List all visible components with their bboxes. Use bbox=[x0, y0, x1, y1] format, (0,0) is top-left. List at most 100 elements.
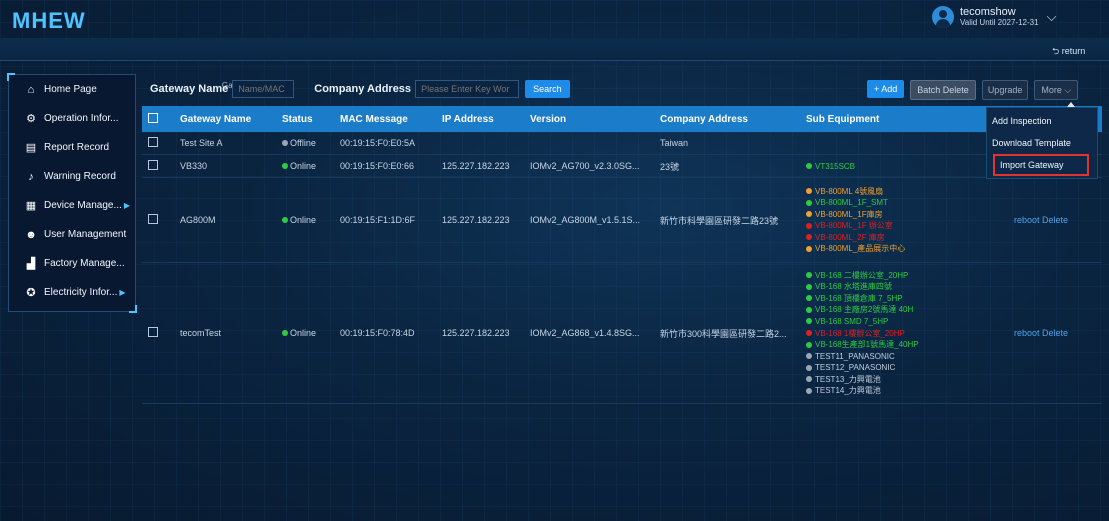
gateway-name-input[interactable] bbox=[232, 80, 295, 98]
row-checkbox-cell[interactable] bbox=[142, 327, 170, 339]
add-button[interactable]: + Add bbox=[867, 80, 905, 98]
table-row[interactable]: AG800M Online 00:19:15:F1:1D:6F 125.227.… bbox=[142, 178, 1102, 263]
status-dot bbox=[282, 140, 288, 146]
gateway-name-cell: AG800M bbox=[180, 215, 216, 225]
sub-equipment-item: VB-800ML_1F 辦公室 bbox=[806, 220, 1002, 232]
search-button[interactable]: Search bbox=[525, 80, 570, 98]
sub-status-dot bbox=[806, 376, 812, 383]
more-button[interactable]: More ⌵ bbox=[1034, 80, 1079, 100]
menu-item-add-inspection[interactable]: Add Inspection bbox=[987, 110, 1097, 132]
bolt-icon: ✪ bbox=[26, 287, 36, 299]
return-icon: ⮌ bbox=[1052, 46, 1060, 56]
sidebar-item-operation[interactable]: ⚙ Operation Infor... bbox=[9, 104, 135, 133]
factory-icon: ▟ bbox=[26, 258, 36, 270]
header-mac: MAC Message bbox=[340, 113, 408, 125]
sub-status-dot bbox=[806, 341, 812, 348]
tab-strip: Gateway List bbox=[0, 38, 1109, 90]
menu-item-download-template[interactable]: Download Template bbox=[987, 132, 1097, 154]
sub-status-dot bbox=[806, 222, 812, 229]
select-all-checkbox[interactable] bbox=[148, 112, 158, 123]
sub-equipment-name: VB-800ML_產品展示中心 bbox=[815, 244, 906, 254]
header-status: Status bbox=[282, 113, 313, 125]
header-ip: IP Address bbox=[442, 113, 494, 125]
sidebar-item-home[interactable]: ⌂ Home Page bbox=[9, 75, 135, 104]
ip-cell: 125.227.182.223 bbox=[442, 161, 510, 171]
menu-item-import-gateway[interactable]: Import Gateway bbox=[993, 154, 1089, 176]
row-checkbox[interactable] bbox=[148, 160, 158, 170]
sub-equipment-name: VT315SCB bbox=[815, 161, 856, 171]
table-header: Gateway Name Status MAC Message IP Addre… bbox=[142, 106, 1102, 132]
select-all-checkbox-cell[interactable] bbox=[142, 112, 170, 126]
row-checkbox[interactable] bbox=[148, 214, 158, 224]
actions-cell[interactable]: reboot Delete bbox=[1002, 215, 1109, 225]
row-checkbox-cell[interactable] bbox=[142, 214, 170, 226]
sub-status-dot bbox=[806, 306, 812, 313]
batch-delete-button[interactable]: Batch Delete bbox=[910, 80, 976, 100]
users-icon: ☻ bbox=[25, 228, 37, 241]
avatar-icon bbox=[932, 6, 954, 28]
submenu-arrow-icon: ▶ bbox=[119, 288, 126, 297]
sub-equipment-item: VB-800ML 4號風扇 bbox=[806, 185, 1002, 197]
sub-status-dot bbox=[806, 318, 812, 325]
mac-cell: 00:19:15:F1:1D:6F bbox=[340, 215, 416, 225]
sidebar-item-device[interactable]: ▦ Device Manage... ▶ bbox=[9, 191, 135, 220]
user-menu[interactable]: tecomshow Valid Until 2027-12-31 ⌵ bbox=[932, 6, 1056, 28]
row-checkbox-cell[interactable] bbox=[142, 160, 170, 172]
table-row[interactable]: Test Site A Offline 00:19:15:F0:E0:5A Ta… bbox=[142, 132, 1102, 155]
address-cell: Taiwan bbox=[660, 138, 689, 148]
sub-equipment-name: VB-168 主廠房2號馬達 40H bbox=[815, 305, 914, 315]
company-address-input[interactable] bbox=[415, 80, 520, 98]
return-link[interactable]: ⮌ return bbox=[1052, 44, 1085, 60]
sub-status-dot bbox=[806, 188, 812, 195]
sub-equipment-name: VB-168 二樓辦公室_20HP bbox=[815, 270, 909, 280]
sub-equipment-name: VB-800ML 4號風扇 bbox=[815, 186, 884, 196]
sidebar-item-factory[interactable]: ▟ Factory Manage... bbox=[9, 249, 135, 278]
sub-equipment-item: VB-168 二樓辦公室_20HP bbox=[806, 269, 1002, 281]
gateway-name-label: Gateway Name bbox=[150, 83, 229, 95]
sub-equipment-name: VB-800ML_2F 庫房 bbox=[815, 232, 885, 242]
row-checkbox[interactable] bbox=[148, 327, 158, 337]
row-checkbox[interactable] bbox=[148, 137, 158, 147]
sub-status-dot bbox=[806, 295, 812, 302]
sub-equipment-item: VB-168 1樓辦公室_20HP bbox=[806, 327, 1002, 339]
status-text: Online bbox=[290, 215, 317, 225]
header-version: Version bbox=[530, 113, 567, 125]
status-cell: Online bbox=[282, 161, 332, 171]
sidebar-item-warning[interactable]: ♪ Warning Record bbox=[9, 162, 135, 191]
company-address-label: Company Address bbox=[314, 83, 412, 95]
header-sub-equipment: Sub Equipment bbox=[806, 113, 880, 125]
address-cell: 新竹市科學園區研發二路23號 bbox=[660, 215, 779, 226]
more-dropdown-menu: Add Inspection Download Template Import … bbox=[986, 107, 1098, 179]
sub-equipment-item: TEST14_力興電池 bbox=[806, 385, 1002, 397]
sub-status-dot bbox=[806, 234, 812, 241]
header-company-address: Company Address bbox=[660, 113, 748, 125]
row-checkbox-cell[interactable] bbox=[142, 137, 170, 149]
sub-equipment-name: VB-800ML_1F 辦公室 bbox=[815, 221, 893, 231]
sidebar-item-electricity[interactable]: ✪ Electricity Infor... ▶ bbox=[9, 278, 135, 307]
home-icon: ⌂ bbox=[27, 83, 35, 96]
return-label: return bbox=[1061, 46, 1086, 56]
status-dot bbox=[282, 217, 288, 223]
address-cell: 新竹市300科學園區研發二路2... bbox=[660, 328, 787, 339]
status-cell: Online bbox=[282, 215, 332, 225]
sub-equipment-item: VB-800ML_2F 庫房 bbox=[806, 232, 1002, 244]
user-name: tecomshow bbox=[960, 6, 1016, 18]
table-row[interactable]: tecomTest Online 00:19:15:F0:78:4D 125.2… bbox=[142, 263, 1102, 404]
sub-status-dot bbox=[806, 364, 812, 371]
ip-cell: 125.227.182.223 bbox=[442, 328, 510, 338]
chevron-down-icon[interactable]: ⌵ bbox=[1047, 9, 1057, 25]
sidebar-item-users[interactable]: ☻ User Management bbox=[9, 220, 135, 249]
sidebar-item-label: Warning Record bbox=[44, 171, 116, 182]
table-row[interactable]: VB330 Online 00:19:15:F0:E0:66 125.227.1… bbox=[142, 155, 1102, 178]
sidebar-item-label: Electricity Infor... bbox=[44, 287, 118, 298]
upgrade-button[interactable]: Upgrade bbox=[981, 80, 1029, 100]
more-label: More bbox=[1041, 85, 1062, 95]
sub-equipment-cell: VB-168 二樓辦公室_20HP VB-168 水塔進庫四號 VB-168 頂樓倉… bbox=[806, 267, 1002, 399]
status-dot bbox=[282, 330, 288, 336]
app-logo: MHEW bbox=[12, 8, 86, 33]
actions-cell[interactable]: reboot Delete bbox=[1002, 328, 1109, 338]
sidebar-item-label: Home Page bbox=[44, 84, 97, 95]
sidebar-item-report[interactable]: ▤ Report Record bbox=[9, 133, 135, 162]
gateway-name-cell: tecomTest bbox=[180, 328, 222, 338]
sub-equipment-item: VB-800ML_產品展示中心 bbox=[806, 243, 1002, 255]
